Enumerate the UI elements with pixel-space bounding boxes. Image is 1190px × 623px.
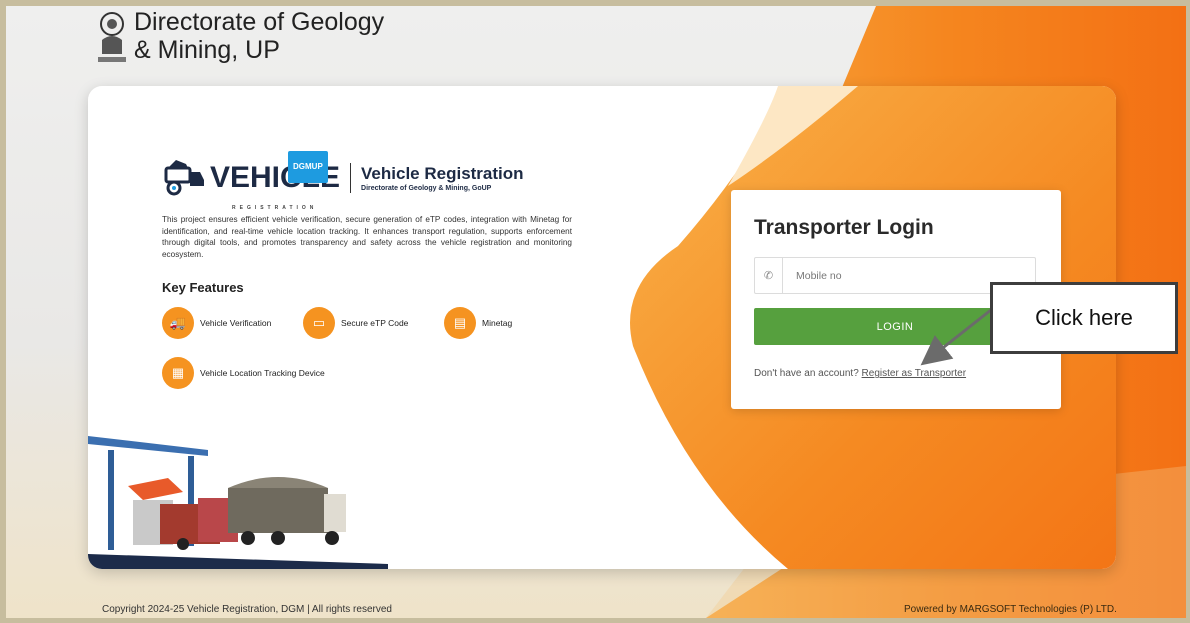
click-here-callout: Click here bbox=[990, 282, 1178, 354]
